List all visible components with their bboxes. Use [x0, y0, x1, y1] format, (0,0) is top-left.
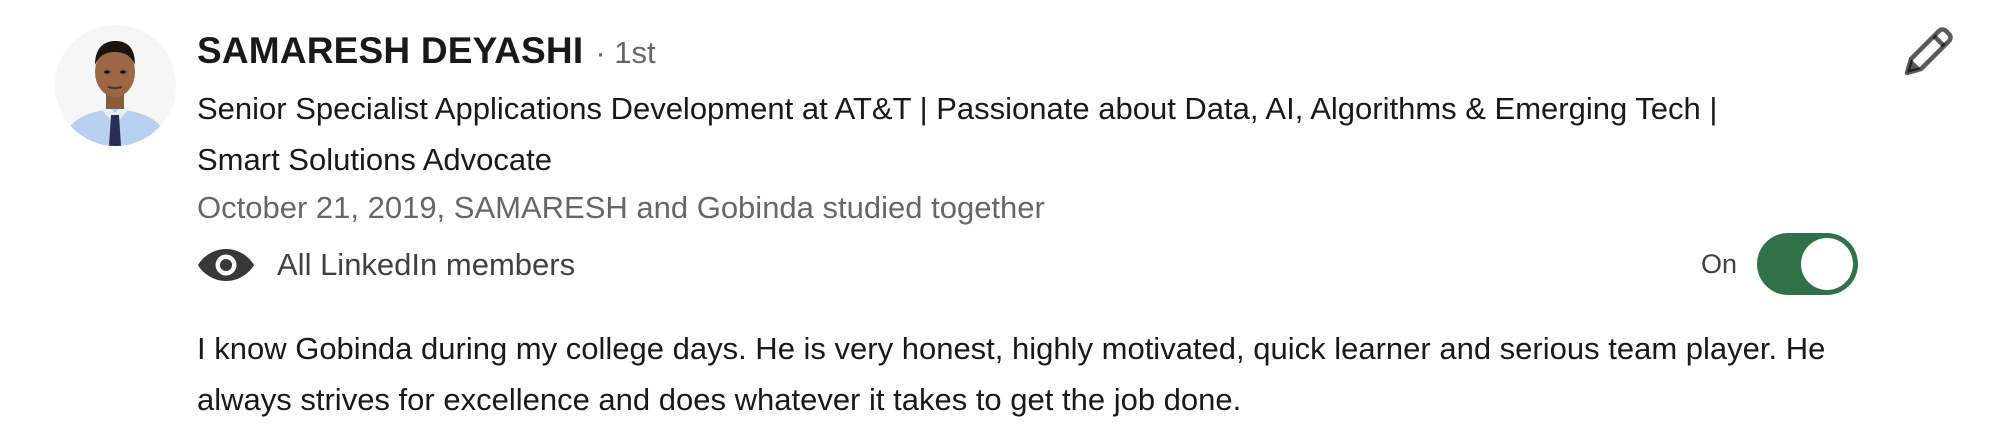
visibility-label: All LinkedIn members	[277, 247, 576, 282]
avatar[interactable]	[55, 25, 176, 146]
recommendation-card: SAMARESH DEYASHI · 1st Senior Specialist…	[0, 0, 1998, 442]
toggle-knob	[1801, 238, 1853, 290]
connection-degree: · 1st	[595, 35, 656, 70]
avatar-photo	[55, 25, 176, 146]
author-name[interactable]: SAMARESH DEYASHI	[197, 30, 583, 72]
eye-icon	[197, 245, 255, 285]
visibility-toggle[interactable]	[1757, 233, 1858, 295]
pencil-icon	[1901, 25, 1955, 84]
author-headline: Senior Specialist Applications Developme…	[197, 91, 1718, 177]
visibility-setting: All LinkedIn members	[197, 240, 575, 290]
recommendation-text: I know Gobinda during my college days. H…	[197, 331, 1826, 417]
recommendation-meta: October 21, 2019, SAMARESH and Gobinda s…	[197, 190, 1045, 225]
visibility-toggle-group: On	[1701, 233, 1858, 295]
edit-button[interactable]	[1898, 24, 1958, 84]
author-line: SAMARESH DEYASHI · 1st	[197, 30, 656, 78]
toggle-state-label: On	[1700, 248, 1737, 279]
